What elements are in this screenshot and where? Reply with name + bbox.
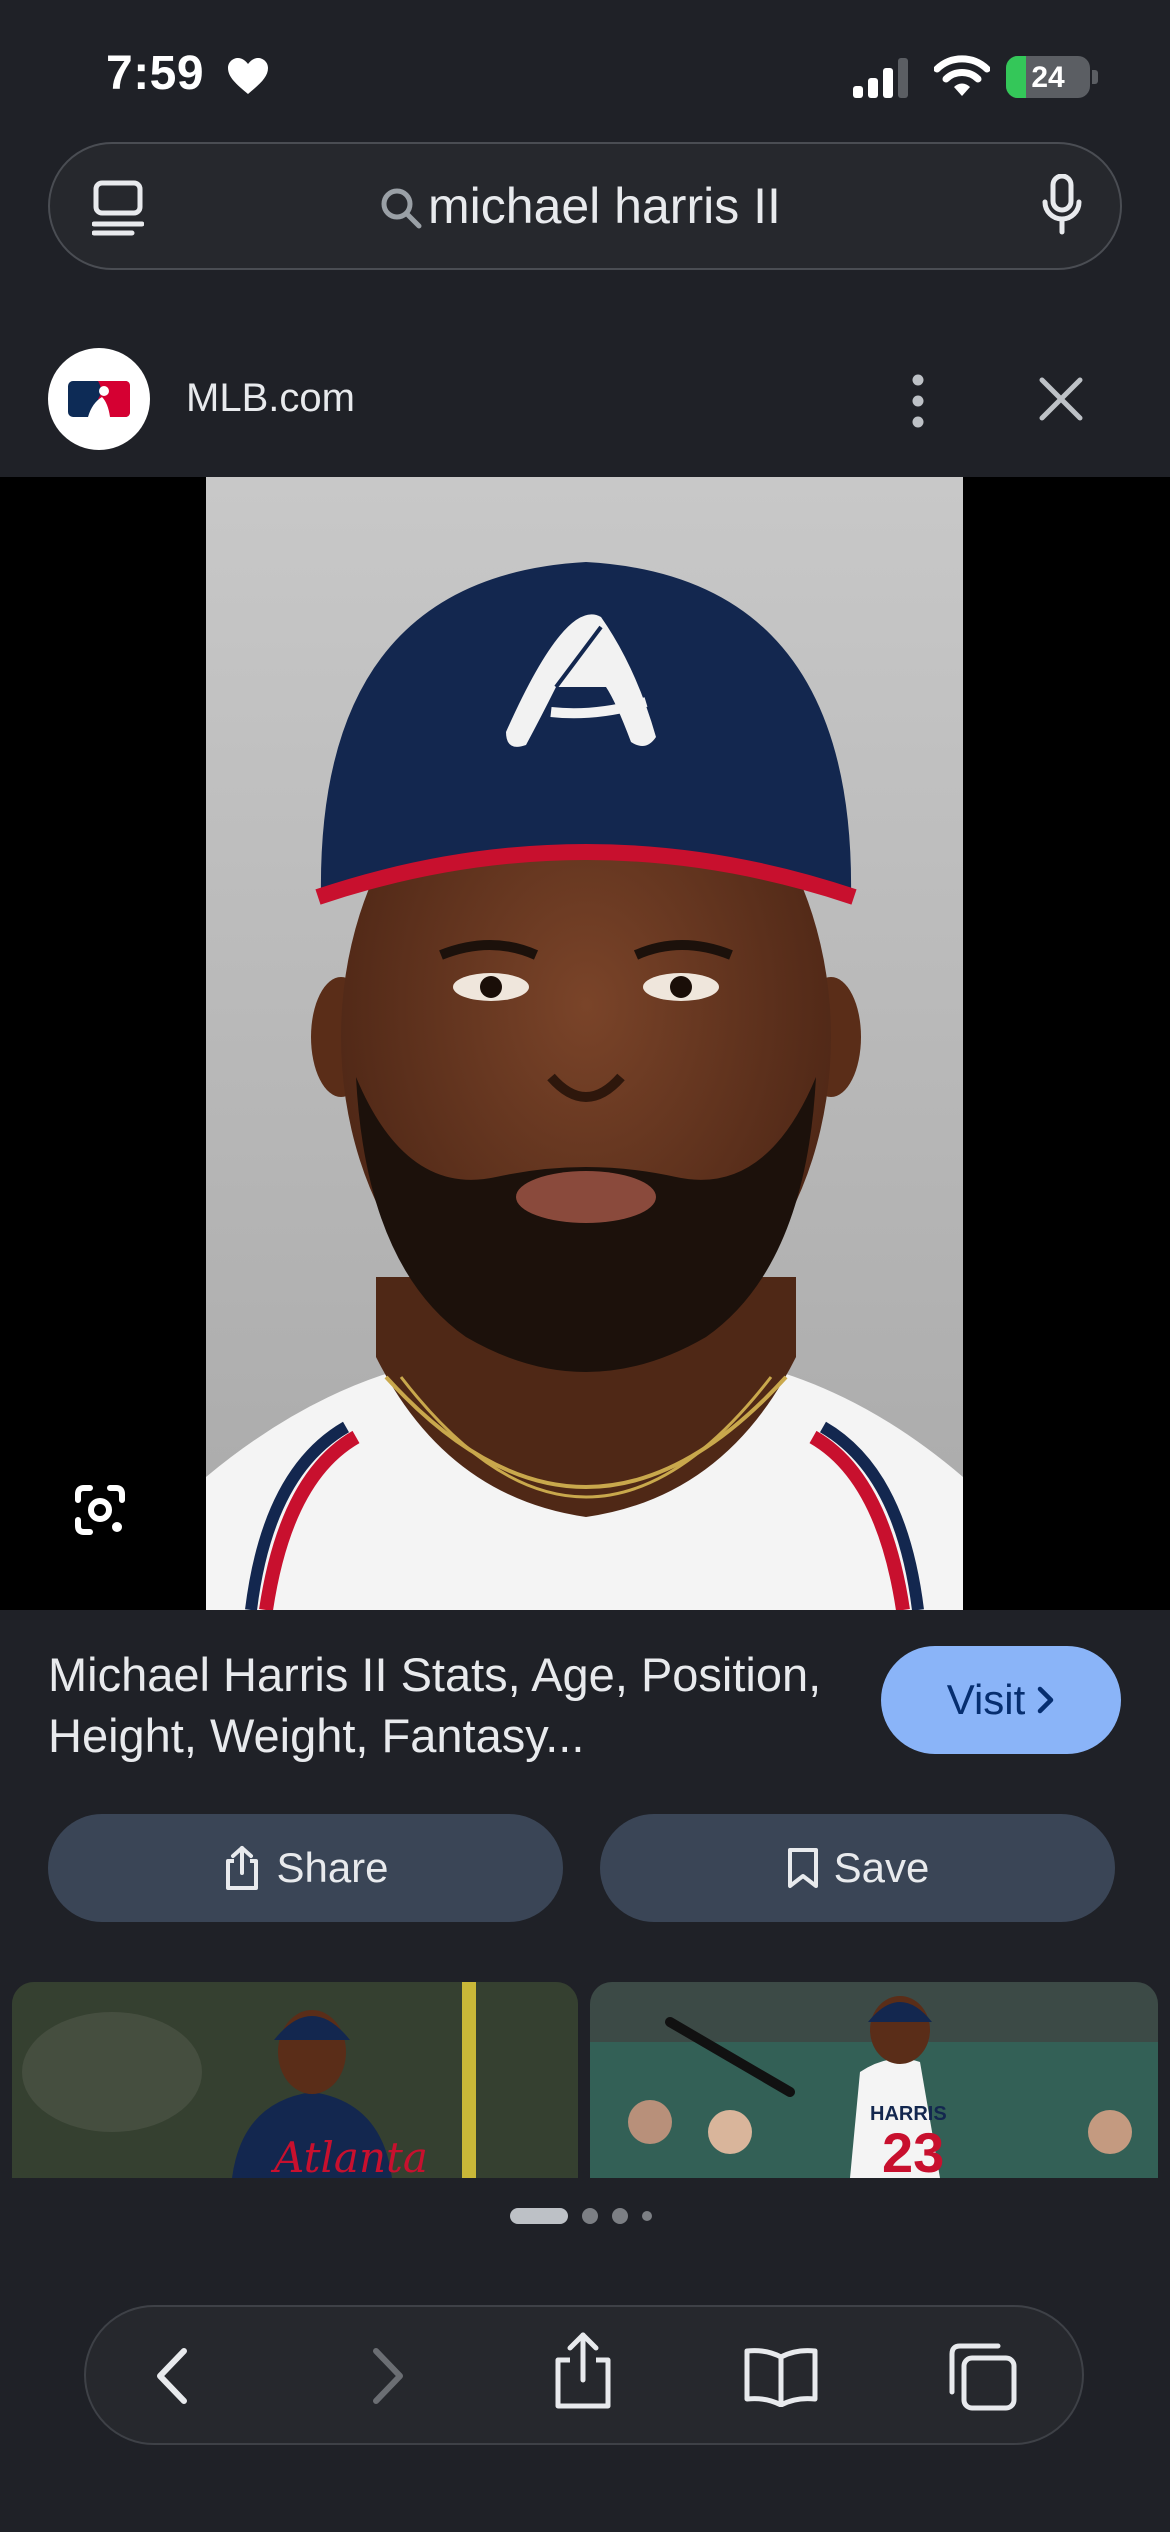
share-button-label: Share	[276, 1844, 389, 1891]
result-title[interactable]: Michael Harris II Stats, Age, Position, …	[48, 1644, 848, 1766]
tabs-overview-icon[interactable]	[946, 2340, 1018, 2412]
visit-button[interactable]: Visit	[881, 1646, 1121, 1754]
page-dot	[582, 2208, 598, 2224]
status-time: 7:59	[106, 47, 205, 100]
wifi-icon	[934, 55, 990, 96]
search-input[interactable]: michael harris II	[428, 177, 781, 235]
bookmark-icon	[787, 1848, 818, 1888]
chevron-right-icon	[1038, 1686, 1054, 1714]
thumbnail-jersey-number: 23	[882, 2121, 944, 2178]
forward-icon	[373, 2348, 403, 2404]
visit-button-label: Visit	[946, 1676, 1026, 1723]
tab-switcher-icon[interactable]	[92, 180, 144, 236]
carousel-page-indicator	[510, 2208, 652, 2224]
microphone-icon[interactable]	[1042, 174, 1082, 236]
mlb-logo-icon	[68, 381, 130, 417]
page-dot	[642, 2211, 652, 2221]
share-icon[interactable]	[548, 2330, 618, 2410]
save-button-label: Save	[833, 1844, 930, 1891]
heart-icon	[228, 58, 268, 94]
page-dot-active	[510, 2208, 568, 2224]
page-dot	[612, 2208, 628, 2224]
share-icon	[226, 1846, 259, 1890]
back-icon[interactable]	[148, 2345, 204, 2407]
bookmarks-icon[interactable]	[742, 2345, 820, 2407]
signal-icon	[853, 58, 908, 98]
more-options-icon[interactable]	[906, 374, 930, 428]
close-icon[interactable]	[1038, 376, 1084, 422]
related-image-thumbnail[interactable]: Atlanta	[12, 1982, 578, 2178]
save-button[interactable]: Save	[600, 1814, 1115, 1922]
share-button[interactable]: Share	[48, 1814, 563, 1922]
related-image-thumbnail[interactable]: HARRIS 23	[590, 1982, 1158, 2178]
thumbnail-jersey-text: Atlanta	[270, 2133, 428, 2178]
battery-percent: 24	[1031, 61, 1065, 94]
player-headshot-image[interactable]	[206, 477, 963, 1610]
search-icon	[381, 188, 422, 229]
source-name[interactable]: MLB.com	[186, 376, 355, 421]
battery-cap	[1092, 70, 1098, 84]
battery-indicator: 24	[1006, 56, 1090, 98]
google-lens-icon[interactable]	[70, 1480, 130, 1540]
